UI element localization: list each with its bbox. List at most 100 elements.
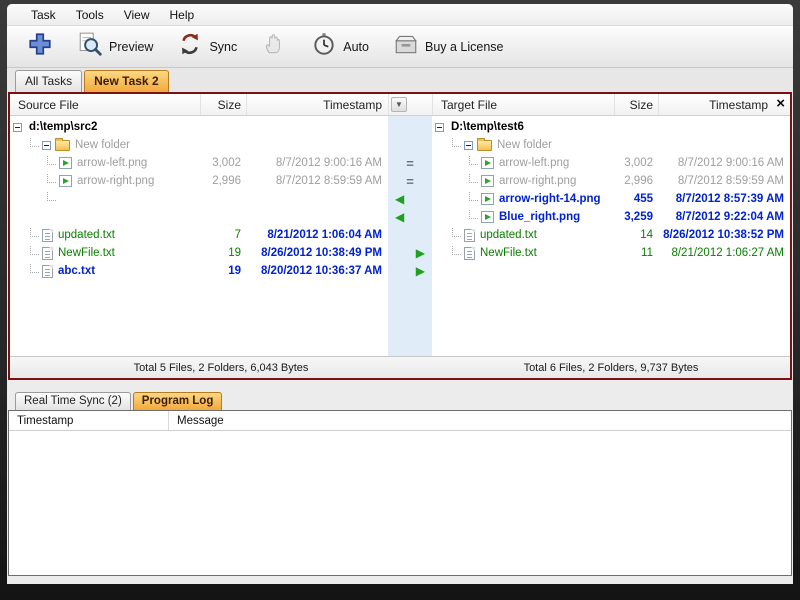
file-size: 2,996 bbox=[212, 175, 241, 187]
file-size: 19 bbox=[228, 247, 241, 259]
tree-connector bbox=[469, 174, 478, 183]
target-timestamp-column-header[interactable]: Timestamp bbox=[658, 94, 790, 115]
log-body bbox=[9, 431, 791, 575]
expand-toggle-icon[interactable] bbox=[435, 122, 444, 132]
target-total: Total 6 Files, 2 Folders, 9,737 Bytes bbox=[523, 361, 699, 374]
file-name: New folder bbox=[497, 139, 552, 151]
toolbar: Preview Sync Auto Buy a License bbox=[7, 26, 793, 68]
expand-toggle-icon[interactable] bbox=[13, 122, 22, 132]
hand-icon bbox=[261, 31, 287, 62]
expand-toggle-icon[interactable] bbox=[464, 140, 473, 150]
file-size: 3,259 bbox=[624, 211, 653, 223]
sync-row[interactable]: New folder New folder bbox=[10, 136, 790, 154]
file-timestamp: 8/26/2012 10:38:49 PM bbox=[261, 247, 382, 259]
target-file-cell: arrow-right.png bbox=[432, 172, 614, 190]
source-timestamp-cell bbox=[246, 118, 388, 136]
auto-button[interactable]: Auto bbox=[305, 27, 375, 66]
sync-row[interactable]: NewFile.txt 19 8/26/2012 10:38:49 PM ▶ NewFi… bbox=[10, 244, 790, 262]
target-file-cell: New folder bbox=[432, 136, 614, 154]
copy-to-source-arrow-icon: ◀ bbox=[395, 210, 405, 224]
source-timestamp-cell: 8/26/2012 10:38:49 PM bbox=[246, 244, 388, 262]
tab-program-log[interactable]: Program Log bbox=[132, 392, 223, 410]
file-name: New folder bbox=[75, 139, 130, 151]
target-size-cell bbox=[614, 262, 658, 280]
file-timestamp: 8/7/2012 8:57:39 AM bbox=[675, 193, 784, 205]
sync-direction-cell bbox=[388, 226, 432, 244]
sync-row[interactable]: ◀ Blue_right.png 3,259 8/7/2012 9:22:04 AM bbox=[10, 208, 790, 226]
copy-to-target-arrow-icon: ▶ bbox=[415, 264, 425, 278]
file-size: 2,996 bbox=[624, 175, 653, 187]
source-size-cell bbox=[200, 208, 246, 226]
target-size-cell bbox=[614, 136, 658, 154]
text-file-icon bbox=[464, 228, 475, 242]
program-log-panel: Timestamp Message bbox=[8, 410, 792, 576]
buy-license-button[interactable]: Buy a License bbox=[387, 27, 510, 66]
file-size: 455 bbox=[633, 193, 653, 205]
target-size-column-header[interactable]: Size bbox=[614, 94, 658, 115]
sync-button[interactable]: Sync bbox=[171, 27, 243, 66]
source-size-cell bbox=[200, 118, 246, 136]
log-header-row: Timestamp Message bbox=[9, 411, 791, 431]
target-file-cell bbox=[432, 262, 614, 280]
source-size-column-header[interactable]: Size bbox=[200, 94, 246, 115]
tab-new-task-2[interactable]: New Task 2 bbox=[84, 70, 169, 92]
sync-row[interactable]: ◀ arrow-right-14.png 455 8/7/2012 8:57:39 A… bbox=[10, 190, 790, 208]
log-message-column-header[interactable]: Message bbox=[169, 411, 791, 430]
sync-row[interactable]: arrow-left.png 3,002 8/7/2012 9:00:16 AM = a… bbox=[10, 154, 790, 172]
auto-label: Auto bbox=[343, 39, 369, 54]
source-timestamp-cell: 8/7/2012 8:59:59 AM bbox=[246, 172, 388, 190]
source-size-cell: 2,996 bbox=[200, 172, 246, 190]
menu-help[interactable]: Help bbox=[160, 5, 205, 25]
bottom-tab-bar: Real Time Sync (2) Program Log bbox=[7, 388, 793, 410]
menu-task[interactable]: Task bbox=[21, 5, 66, 25]
tree-connector bbox=[30, 246, 39, 255]
expand-toggle-icon[interactable] bbox=[42, 140, 51, 150]
file-size: 3,002 bbox=[212, 157, 241, 169]
file-size: 7 bbox=[234, 229, 241, 241]
column-header-row: Source File Size Timestamp ▼ Target File… bbox=[10, 94, 790, 116]
source-timestamp-column-header[interactable]: Timestamp bbox=[246, 94, 388, 115]
copy-to-source-arrow-icon: ◀ bbox=[395, 192, 405, 206]
equal-icon: = bbox=[406, 155, 414, 171]
source-size-cell: 7 bbox=[200, 226, 246, 244]
log-timestamp-column-header[interactable]: Timestamp bbox=[9, 411, 169, 430]
target-file-column-header[interactable]: Target File bbox=[432, 94, 614, 115]
close-icon[interactable]: × bbox=[776, 95, 785, 112]
stop-button[interactable] bbox=[255, 27, 293, 66]
root-path: D:\temp\test6 bbox=[451, 121, 524, 133]
folder-icon bbox=[55, 137, 70, 151]
text-file-icon bbox=[42, 264, 53, 278]
file-name: arrow-left.png bbox=[499, 157, 570, 169]
source-file-cell: updated.txt bbox=[10, 226, 200, 244]
panel-gap bbox=[7, 380, 793, 388]
source-file-column-header[interactable]: Source File bbox=[10, 94, 200, 115]
sync-direction-cell: ▶ bbox=[388, 262, 432, 280]
tab-all-tasks[interactable]: All Tasks bbox=[15, 70, 83, 92]
sync-row[interactable]: abc.txt 19 8/20/2012 10:36:37 AM ▶ bbox=[10, 262, 790, 280]
source-timestamp-cell: 8/20/2012 10:36:37 AM bbox=[246, 262, 388, 280]
sync-label: Sync bbox=[209, 39, 238, 54]
sync-row[interactable]: arrow-right.png 2,996 8/7/2012 8:59:59 AM =… bbox=[10, 172, 790, 190]
source-file-cell: abc.txt bbox=[10, 262, 200, 280]
file-name: arrow-right-14.png bbox=[499, 193, 601, 205]
add-task-button[interactable] bbox=[21, 27, 59, 66]
preview-button[interactable]: Preview bbox=[71, 27, 159, 66]
sort-dropdown-icon[interactable]: ▼ bbox=[391, 97, 407, 112]
menu-tools[interactable]: Tools bbox=[66, 5, 114, 25]
equal-icon: = bbox=[406, 173, 414, 189]
source-size-cell bbox=[200, 190, 246, 208]
target-size-cell: 11 bbox=[614, 244, 658, 262]
file-name: arrow-right.png bbox=[499, 175, 577, 187]
tab-real-time-sync[interactable]: Real Time Sync (2) bbox=[15, 392, 131, 410]
source-file-cell: New folder bbox=[10, 136, 200, 154]
source-size-cell: 3,002 bbox=[200, 154, 246, 172]
sync-row[interactable]: updated.txt 7 8/21/2012 1:06:04 AM updated.… bbox=[10, 226, 790, 244]
file-name: arrow-right.png bbox=[77, 175, 155, 187]
sync-direction-cell: ▶ bbox=[388, 244, 432, 262]
target-file-cell: D:\temp\test6 bbox=[432, 118, 614, 136]
source-timestamp-cell bbox=[246, 136, 388, 154]
image-file-icon bbox=[481, 157, 494, 169]
menu-view[interactable]: View bbox=[114, 5, 160, 25]
sync-row[interactable]: d:\temp\src2 D:\temp\test6 bbox=[10, 118, 790, 136]
tree-connector bbox=[469, 156, 478, 165]
